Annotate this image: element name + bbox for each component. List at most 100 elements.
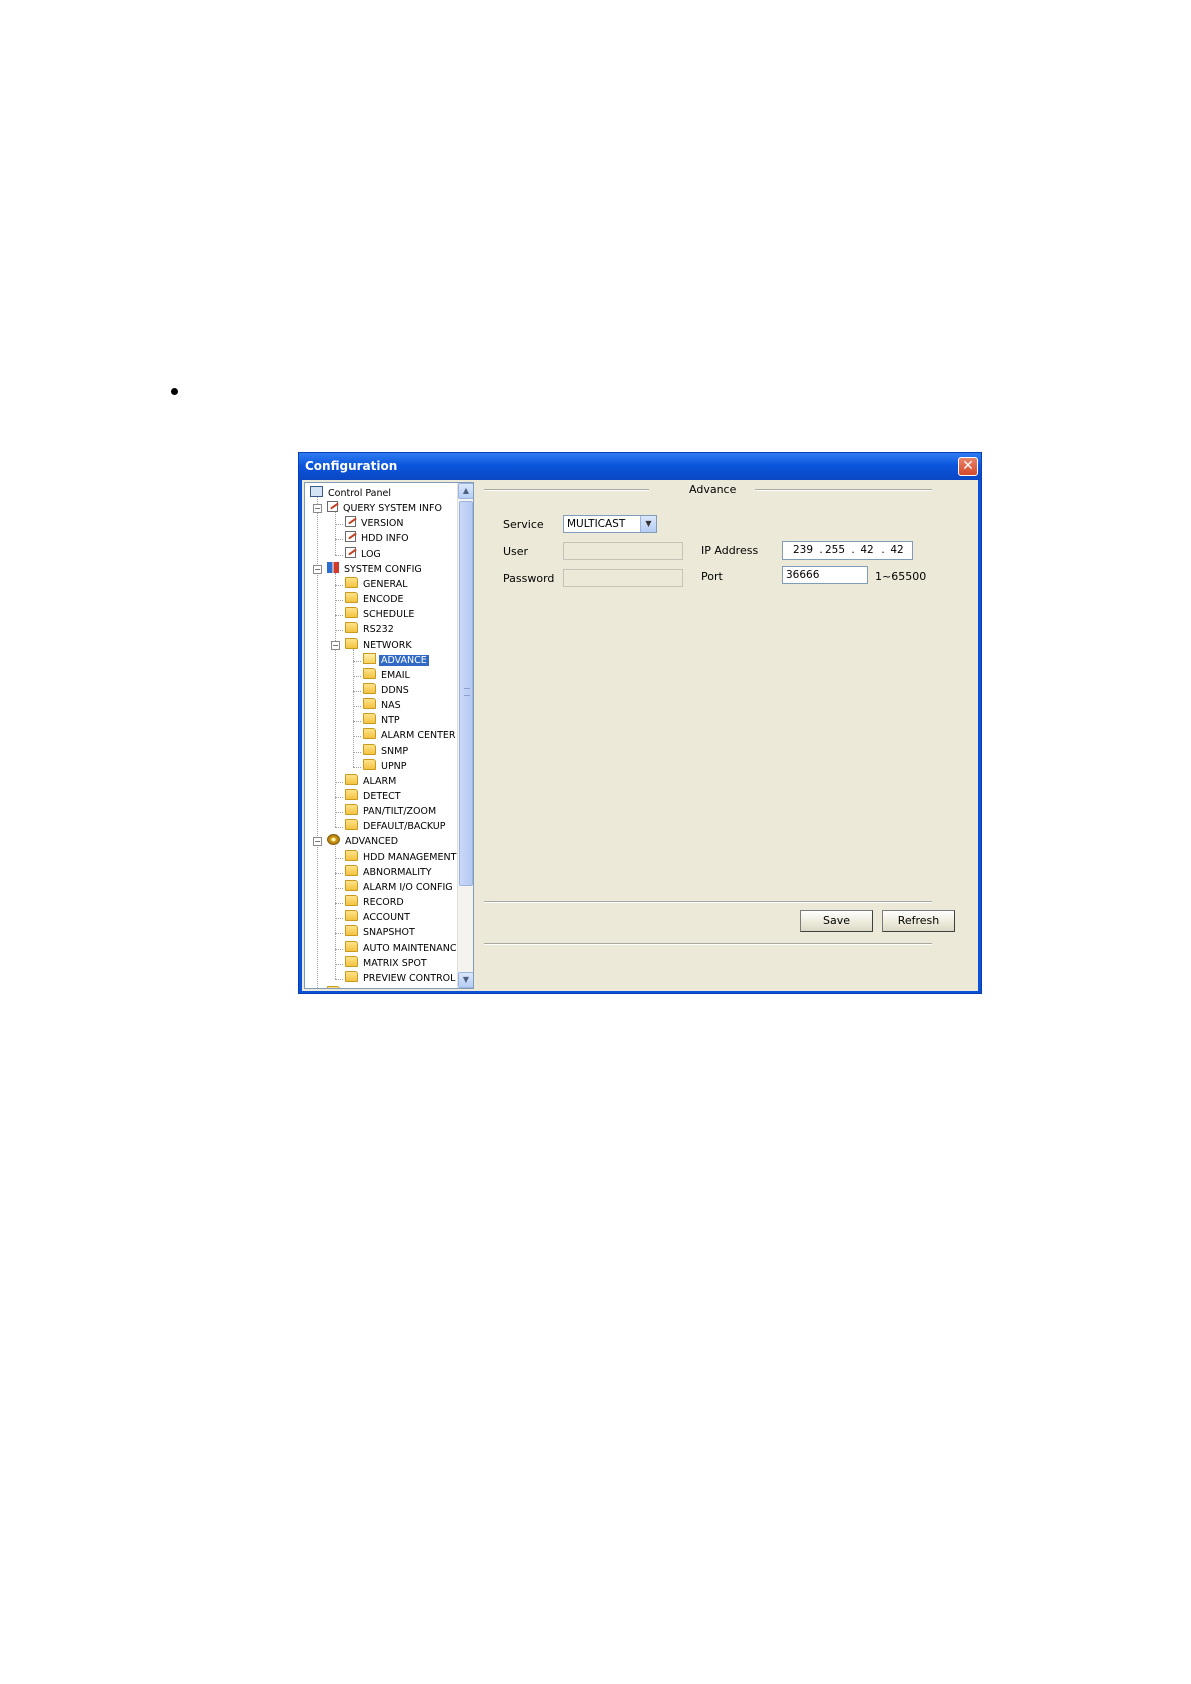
tree-item-encode[interactable]: ENCODE [345,592,406,607]
tree-toggle[interactable]: − [313,564,322,574]
tree-connector [335,857,343,859]
tree-item-snmp[interactable]: SNMP [363,743,410,759]
ip-octet-4[interactable]: 42 [885,542,909,559]
tree-item-account[interactable]: ACCOUNT [345,910,412,925]
tree-item-network[interactable]: NETWORK [345,637,414,653]
doc-icon [327,501,338,513]
ip-octet-3[interactable]: 42 [855,542,879,559]
doc-icon [345,516,356,528]
refresh-button[interactable]: Refresh [882,910,955,932]
tree-item-label: SCHEDULE [363,609,415,621]
tree-connector [335,918,343,920]
scroll-up-button[interactable]: ▲ [458,483,473,499]
tree-item-label: ALARM CENTER [381,730,456,742]
title-bar[interactable]: Configuration ✕ [299,453,981,480]
tree-item-alarm-i-o-config[interactable]: ALARM I/O CONFIG [345,879,455,895]
save-button[interactable]: Save [800,910,873,932]
config-tree: Control Panel − QUERY SYSTEM INFO VERSION HD… [304,482,474,989]
scroll-down-button[interactable]: ▼ [458,972,473,988]
ip-address-input[interactable]: 239 . 255 . 42 . 42 [782,541,913,560]
tree-item-query-system-info[interactable]: QUERY SYSTEM INFO [327,501,444,516]
tree-item-label: ADVANCE [378,653,430,667]
tree-connector [335,524,343,526]
tree-item-label: ADVANCED [345,836,399,848]
tree-item-email[interactable]: EMAIL [363,667,412,683]
tree-item-label: NETWORK [363,639,412,651]
tree-item-label: SNAPSHOT [363,927,415,939]
tree-connector [335,903,343,905]
tree-toggle[interactable]: − [313,837,322,847]
password-input[interactable] [563,569,683,587]
tree-item-label: Control Panel [328,488,391,499]
tree-item-record[interactable]: RECORD [345,895,406,910]
folder-icon [345,910,358,922]
tree-item-auto-maintenance[interactable]: AUTO MAINTENANCE [345,940,458,956]
tree-item-rs232[interactable]: RS232 [345,622,396,637]
user-input[interactable] [563,542,683,560]
tree-item-system-config[interactable]: SYSTEM CONFIG [327,561,424,577]
tree-item-schedule[interactable]: SCHEDULE [345,607,416,622]
tree-item-control-panel[interactable]: Control Panel [310,486,393,501]
tree-item-abnormality[interactable]: ABNORMALITY [345,864,434,880]
folder-icon [345,849,358,861]
tree-connector [335,781,343,783]
folder-icon [345,592,358,604]
tree-item-default-backup[interactable]: DEFAULT/BACKUP [345,819,448,834]
tree-item-label: DDNS [381,684,409,696]
folder-icon [345,789,358,800]
tree-item-nas[interactable]: NAS [363,698,403,713]
folder-icon [345,970,358,982]
tree-item-general[interactable]: GENERAL [345,576,409,592]
tree-connector [335,963,343,965]
tree-item-additional-function[interactable]: ADDITIONAL FUNCTION [327,985,458,988]
tree-item-version[interactable]: VERSION [345,516,406,531]
tree-item-preview-control[interactable]: PREVIEW CONTROL [345,970,457,986]
chevron-down-icon: ▼ [462,975,470,984]
tree-item-pan-tilt-zoom[interactable]: PAN/TILT/ZOOM [345,804,438,819]
tree-item-advanced[interactable]: ADVANCED [327,834,400,849]
ip-octet-1[interactable]: 239 [791,542,815,559]
tree-item-advance[interactable]: ADVANCE [363,652,430,668]
tree-item-matrix-spot[interactable]: MATRIX SPOT [345,955,429,971]
tree-connector [335,584,343,586]
advance-panel: Advance Service MULTICAST ▼ User Passwor… [478,480,978,991]
tree-item-ntp[interactable]: NTP [363,713,402,728]
tree-connector [335,812,343,814]
folder-icon [363,728,376,740]
service-label: Service [503,518,544,531]
ip-octet-2[interactable]: 255 [823,542,847,559]
tree-item-label: UPNP [381,760,407,772]
tree-toggle[interactable]: − [331,640,340,650]
tree-item-label: ALARM [363,775,397,787]
tree-item-log[interactable]: LOG [345,546,383,562]
port-input[interactable]: 36666 [782,566,868,584]
tree-item-hdd-management[interactable]: HDD MANAGEMENT [345,849,458,865]
service-select[interactable]: MULTICAST ▼ [563,515,657,533]
tree-connector [335,948,343,950]
folder-icon [345,804,358,816]
tree-item-snapshot[interactable]: SNAPSHOT [345,925,417,940]
tree-item-label: GENERAL [363,578,408,590]
folder-icon [363,758,376,770]
folder-icon [363,667,376,679]
tree-item-upnp[interactable]: UPNP [363,758,409,774]
tree-connector [353,766,361,768]
close-button[interactable]: ✕ [958,457,978,476]
chevron-down-icon[interactable]: ▼ [640,516,656,532]
tree-item-alarm-center[interactable]: ALARM CENTER [363,728,457,743]
tree-connector [335,600,343,602]
tree-item-hdd-info[interactable]: HDD INFO [345,531,411,546]
doc-icon [345,531,356,543]
port-label: Port [701,570,723,583]
config-tree-items: Control Panel − QUERY SYSTEM INFO VERSION HD… [305,483,458,988]
tree-connector [335,539,343,541]
scroll-thumb[interactable] [459,501,473,886]
tree-item-label: ENCODE [363,594,404,606]
tree-item-detect[interactable]: DETECT [345,789,403,804]
folder-icon [363,698,376,710]
tree-toggle[interactable]: − [313,504,322,514]
tree-scrollbar[interactable]: ▲ ▼ [457,483,473,988]
folder-icon [345,879,358,891]
tree-item-ddns[interactable]: DDNS [363,682,411,698]
tree-item-alarm[interactable]: ALARM [345,773,398,789]
